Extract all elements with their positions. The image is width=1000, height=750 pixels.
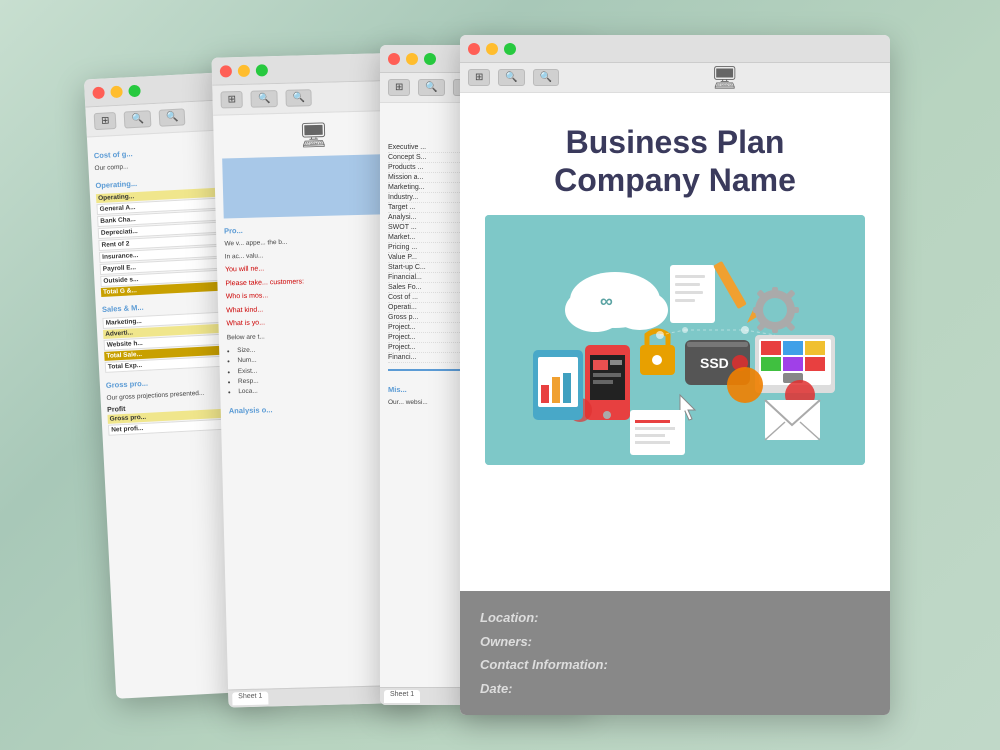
tab-active-2[interactable]: Sheet 1 bbox=[232, 691, 268, 705]
maximize-icon-2[interactable] bbox=[256, 64, 268, 76]
monitor-icon-4: 🖥 bbox=[711, 65, 739, 91]
monitor-icon-2: 🖥 bbox=[298, 122, 329, 150]
view-btn-4[interactable]: ⊞ bbox=[468, 69, 490, 86]
zoom-in-btn[interactable]: 🔍 bbox=[158, 108, 185, 126]
titlebar-4 bbox=[460, 35, 890, 63]
view-btn-2[interactable]: ⊞ bbox=[220, 91, 243, 109]
zoom-out-btn[interactable]: 🔍 bbox=[124, 110, 151, 128]
bp-footer: Location: Owners: Contact Information: D… bbox=[460, 591, 890, 715]
footer-contact: Contact Information: bbox=[480, 653, 870, 676]
minimize-icon[interactable] bbox=[110, 85, 123, 98]
tab-active-3[interactable]: Sheet 1 bbox=[384, 690, 420, 703]
bp-illustration: ∞ bbox=[485, 215, 865, 465]
owners-label: Owners: bbox=[480, 634, 532, 649]
zoom-out-btn-2[interactable]: 🔍 bbox=[251, 90, 278, 108]
footer-location: Location: bbox=[480, 606, 870, 629]
maximize-icon-4[interactable] bbox=[504, 43, 516, 55]
close-icon[interactable] bbox=[92, 86, 105, 99]
window-4: ⊞ 🔍 🔍 🖥 Business Plan Company Name bbox=[460, 35, 890, 715]
zoom-in-btn-2[interactable]: 🔍 bbox=[285, 89, 312, 107]
close-icon-3[interactable] bbox=[388, 53, 400, 65]
footer-date: Date: bbox=[480, 677, 870, 700]
view-btn-3[interactable]: ⊞ bbox=[388, 79, 410, 96]
svg-text:∞: ∞ bbox=[600, 291, 613, 311]
minimize-icon-4[interactable] bbox=[486, 43, 498, 55]
svg-text:SSD: SSD bbox=[700, 355, 729, 371]
toolbar-4: ⊞ 🔍 🔍 🖥 bbox=[460, 63, 890, 93]
close-icon-2[interactable] bbox=[220, 65, 232, 77]
bp-cover: Business Plan Company Name ∞ bbox=[460, 93, 890, 591]
maximize-icon[interactable] bbox=[128, 84, 141, 97]
zoom-in-btn-4[interactable]: 🔍 bbox=[533, 69, 559, 86]
bp-title: Business Plan Company Name bbox=[485, 123, 865, 200]
minimize-icon-3[interactable] bbox=[406, 53, 418, 65]
close-icon-4[interactable] bbox=[468, 43, 480, 55]
footer-owners: Owners: bbox=[480, 630, 870, 653]
location-label: Location: bbox=[480, 610, 539, 625]
zoom-out-btn-3[interactable]: 🔍 bbox=[418, 79, 444, 96]
bp-image-area: ∞ bbox=[485, 215, 865, 465]
bp-title-line2: Company Name bbox=[554, 162, 796, 198]
minimize-icon-2[interactable] bbox=[238, 64, 250, 76]
bp-title-line1: Business Plan bbox=[566, 124, 785, 160]
window-4-content: Business Plan Company Name ∞ bbox=[460, 93, 890, 715]
zoom-out-btn-4[interactable]: 🔍 bbox=[498, 69, 524, 86]
maximize-icon-3[interactable] bbox=[424, 53, 436, 65]
date-label: Date: bbox=[480, 681, 513, 696]
contact-label: Contact Information: bbox=[480, 657, 608, 672]
view-btn[interactable]: ⊞ bbox=[94, 112, 117, 130]
